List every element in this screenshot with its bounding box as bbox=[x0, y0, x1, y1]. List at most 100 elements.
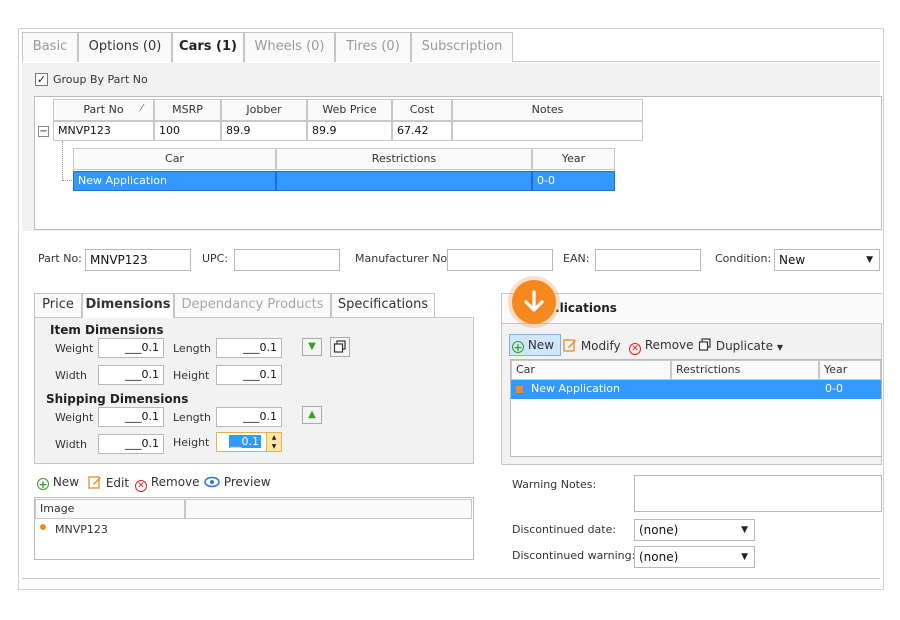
header-jobber[interactable]: Jobber bbox=[221, 99, 307, 121]
ship-width-input[interactable]: ___0.1 bbox=[98, 434, 164, 454]
chevron-down-icon: ▼ bbox=[866, 255, 873, 265]
tab-options[interactable]: Options (0) bbox=[78, 32, 172, 62]
discontinued-date-select[interactable]: (none) ▼ bbox=[634, 519, 755, 541]
image-new-label: New bbox=[52, 475, 80, 489]
header-notes[interactable]: Notes bbox=[452, 99, 643, 121]
app-new-button[interactable]: + New bbox=[509, 334, 561, 356]
image-new-button[interactable]: + New bbox=[37, 475, 79, 490]
cell-web-price[interactable]: 89.9 bbox=[307, 121, 392, 141]
tab-cars[interactable]: Cars (1) bbox=[172, 32, 244, 63]
group-by-checkbox[interactable]: ✓ bbox=[35, 73, 48, 86]
item-length-input[interactable]: ___0.1 bbox=[216, 338, 282, 358]
manufacturer-no-input[interactable] bbox=[447, 249, 553, 271]
discontinued-warning-select[interactable]: (none) ▼ bbox=[634, 546, 755, 568]
header-web-price[interactable]: Web Price bbox=[307, 99, 392, 121]
duplicate-icon bbox=[698, 338, 711, 351]
ship-weight-label: Weight bbox=[55, 411, 94, 424]
warning-notes-input[interactable] bbox=[634, 475, 882, 512]
ship-height-label: Height bbox=[173, 436, 210, 449]
arrow-up-icon: ▲ bbox=[308, 409, 316, 420]
arrow-down-icon: ▼ bbox=[308, 341, 316, 352]
part-no-input[interactable]: MNVP123 bbox=[85, 249, 191, 271]
app-header-restrictions[interactable]: Restrictions bbox=[671, 360, 819, 380]
image-edit-label: Edit bbox=[105, 476, 130, 490]
scroll-down-badge[interactable] bbox=[512, 280, 556, 324]
cell-year-selected[interactable]: 0-0 bbox=[532, 171, 615, 191]
app-remove-label: Remove bbox=[644, 338, 694, 352]
remove-icon: ✕ bbox=[629, 343, 641, 355]
app-header-car[interactable]: Car bbox=[511, 360, 671, 380]
collapse-icon[interactable]: − bbox=[38, 126, 49, 137]
image-edit-button[interactable]: Edit bbox=[88, 475, 129, 490]
cell-jobber[interactable]: 89.9 bbox=[221, 121, 307, 141]
caret-down-icon[interactable]: ▼ bbox=[777, 343, 783, 352]
app-new-label: New bbox=[527, 338, 555, 352]
spinner-down-icon[interactable]: ▼ bbox=[267, 442, 281, 451]
item-height-label: Height bbox=[173, 369, 210, 382]
image-remove-button[interactable]: ✕ Remove bbox=[135, 475, 200, 492]
tab-wheels[interactable]: Wheels (0) bbox=[244, 32, 335, 62]
header-restrictions[interactable]: Restrictions bbox=[276, 148, 532, 170]
header-image[interactable]: Image bbox=[35, 499, 185, 519]
item-weight-label: Weight bbox=[55, 342, 94, 355]
app-modify-label: Modify bbox=[580, 339, 621, 353]
ship-height-value: __0.1 bbox=[228, 435, 261, 448]
image-preview-button[interactable]: Preview bbox=[204, 475, 271, 489]
copy-button[interactable] bbox=[330, 337, 350, 357]
header-car[interactable]: Car bbox=[73, 148, 276, 170]
discontinued-warning-value: (none) bbox=[639, 550, 679, 564]
subtab-dependancy-products[interactable]: Dependancy Products bbox=[174, 293, 331, 317]
eye-icon bbox=[204, 476, 220, 488]
app-cell-year[interactable]: 0-0 bbox=[825, 382, 843, 395]
header-year[interactable]: Year bbox=[532, 148, 615, 170]
subtab-specifications[interactable]: Specifications bbox=[331, 293, 435, 317]
cell-cost[interactable]: 67.42 bbox=[392, 121, 452, 141]
remove-icon: ✕ bbox=[135, 480, 147, 492]
app-header-year[interactable]: Year bbox=[819, 360, 881, 380]
discontinued-date-label: Discontinued date: bbox=[512, 523, 617, 536]
spinner-up-icon[interactable]: ▲ bbox=[267, 433, 281, 442]
item-width-label: Width bbox=[55, 369, 87, 382]
subtab-dimensions[interactable]: Dimensions bbox=[82, 293, 174, 318]
ship-width-label: Width bbox=[55, 438, 87, 451]
arrow-up-button[interactable]: ▲ bbox=[302, 406, 322, 424]
ship-length-input[interactable]: ___0.1 bbox=[216, 407, 282, 427]
header-image-extra bbox=[185, 499, 472, 519]
image-row[interactable]: MNVP123 bbox=[55, 523, 108, 536]
ship-weight-input[interactable]: ___0.1 bbox=[98, 407, 164, 427]
cell-msrp[interactable]: 100 bbox=[154, 121, 221, 141]
arrow-down-button[interactable]: ▼ bbox=[302, 338, 322, 356]
app-cell-car[interactable]: New Application bbox=[531, 382, 620, 395]
add-icon: + bbox=[37, 478, 49, 491]
tab-tires[interactable]: Tires (0) bbox=[335, 32, 411, 62]
app-modify-button[interactable]: Modify bbox=[563, 338, 621, 353]
cell-restrictions-selected[interactable] bbox=[276, 171, 532, 191]
shipping-dimensions-title: Shipping Dimensions bbox=[46, 392, 189, 406]
item-width-input[interactable]: ___0.1 bbox=[98, 365, 164, 385]
tab-subscription[interactable]: Subscription bbox=[411, 32, 513, 62]
item-weight-input[interactable]: ___0.1 bbox=[98, 338, 164, 358]
image-remove-label: Remove bbox=[150, 475, 200, 489]
app-remove-button[interactable]: ✕ Remove bbox=[629, 338, 694, 355]
app-duplicate-button[interactable]: Duplicate ▼ bbox=[698, 338, 783, 353]
subtab-price[interactable]: Price bbox=[34, 293, 82, 317]
tab-basic[interactable]: Basic bbox=[22, 32, 78, 62]
ean-input[interactable] bbox=[595, 249, 701, 271]
condition-value: New bbox=[779, 253, 806, 267]
tree-connector bbox=[62, 141, 63, 181]
item-height-input[interactable]: ___0.1 bbox=[216, 365, 282, 385]
chevron-down-icon: ▼ bbox=[741, 552, 748, 562]
cell-car-selected[interactable]: New Application bbox=[73, 171, 276, 191]
condition-select[interactable]: New ▼ bbox=[774, 249, 880, 271]
cell-part-no[interactable]: MNVP123 bbox=[53, 121, 154, 141]
bottom-divider bbox=[22, 578, 880, 579]
header-msrp[interactable]: MSRP bbox=[154, 99, 221, 121]
chevron-down-icon: ▼ bbox=[741, 525, 748, 535]
warning-notes-label: Warning Notes: bbox=[512, 478, 597, 491]
upc-input[interactable] bbox=[234, 249, 340, 271]
spinner-buttons[interactable]: ▲ ▼ bbox=[266, 433, 281, 451]
header-cost[interactable]: Cost bbox=[392, 99, 452, 121]
header-part-no[interactable]: Part No bbox=[53, 99, 154, 121]
item-length-label: Length bbox=[173, 342, 211, 355]
cell-notes[interactable] bbox=[452, 121, 643, 141]
